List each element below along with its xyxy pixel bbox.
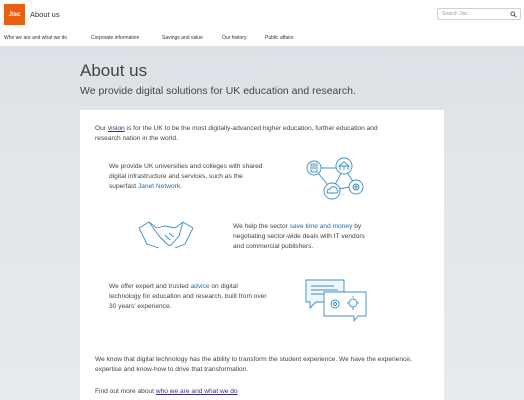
search-box	[437, 8, 521, 20]
infrastructure-paragraph: We provide UK universities and colleges …	[109, 162, 269, 192]
nav-corporate-information[interactable]: Corporate information	[91, 35, 139, 41]
nav-who-we-are[interactable]: Who we are and what we do	[4, 35, 67, 41]
save-time-money-link[interactable]: save time and money	[290, 223, 353, 230]
nav-savings-and-value[interactable]: Savings and value	[162, 35, 203, 41]
who-we-are-link[interactable]: who we are and what we do	[156, 388, 238, 395]
site-section-title[interactable]: About us	[30, 10, 60, 19]
savings-paragraph: We help the sector save time and money b…	[233, 222, 373, 252]
primary-nav: Who we are and what we do Corporate info…	[0, 30, 524, 47]
search-icon[interactable]	[510, 11, 517, 18]
infrastructure-text: We provide UK universities and colleges …	[109, 163, 263, 190]
nav-our-history[interactable]: Our history	[222, 35, 246, 41]
advice-link[interactable]: advice	[191, 283, 210, 290]
janet-network-link[interactable]: Janet Network	[138, 183, 180, 190]
advice-prefix: We offer expert and trusted	[109, 283, 191, 290]
content-card: Our vision is for the UK to be the most …	[80, 110, 444, 400]
vision-link[interactable]: vision	[108, 125, 125, 132]
network-icon	[306, 157, 364, 200]
closing-paragraph: We know that digital technology has the …	[95, 356, 412, 373]
page-title: About us	[80, 61, 148, 80]
infrastructure-end: .	[180, 183, 182, 190]
intro-paragraph: Our vision is for the UK to be the most …	[95, 124, 395, 144]
intro-prefix: Our	[95, 125, 108, 132]
site-header: Jisc About us	[0, 0, 524, 30]
handshake-icon	[138, 221, 194, 249]
find-out-prefix: Find out more about	[95, 388, 156, 395]
logo-text: Jisc	[8, 11, 21, 18]
page-subtitle: We provide digital solutions for UK educ…	[80, 85, 356, 97]
find-out-more: Find out more about who we are and what …	[95, 387, 415, 397]
advice-icon	[305, 279, 367, 322]
search-input[interactable]	[438, 9, 508, 19]
nav-public-affairs[interactable]: Public affairs	[265, 35, 294, 41]
intro-suffix: is for the UK to be the most digitally-a…	[95, 125, 378, 142]
advice-paragraph: We offer expert and trusted advice on di…	[109, 282, 269, 312]
savings-prefix: We help the sector	[233, 223, 290, 230]
jisc-logo[interactable]: Jisc	[4, 4, 25, 25]
